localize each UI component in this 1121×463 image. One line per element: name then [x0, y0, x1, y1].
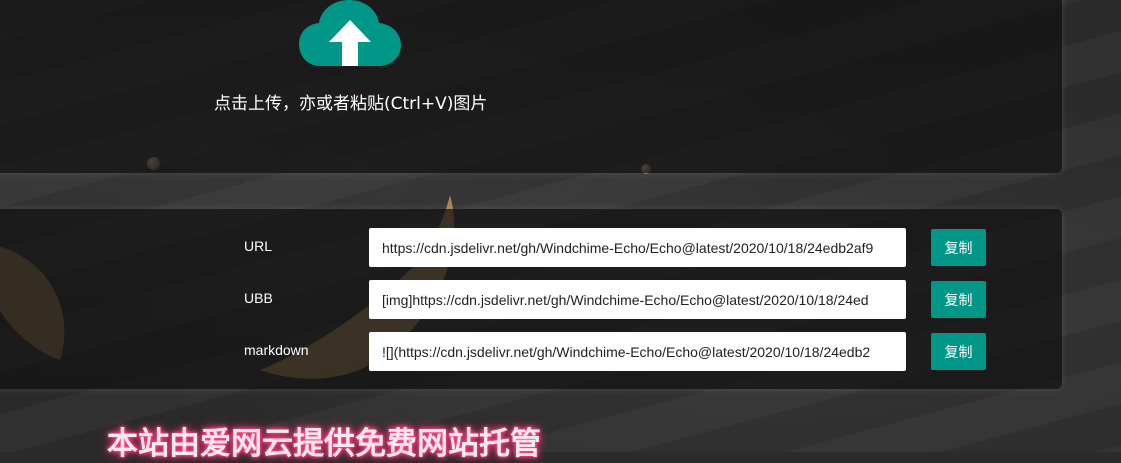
markdown-field[interactable] [369, 332, 906, 371]
upload-hint: 点击上传，亦或者粘贴(Ctrl+V)图片 [214, 94, 488, 114]
copy-ubb-button[interactable]: 复制 [931, 281, 986, 318]
copy-url-button[interactable]: 复制 [931, 229, 986, 266]
url-label: URL [244, 238, 273, 254]
ubb-field[interactable] [369, 280, 906, 319]
upload-dropzone[interactable]: 点击上传，亦或者粘贴(Ctrl+V)图片 [0, 0, 1062, 173]
link-row-url: URL 复制 [0, 228, 1121, 268]
copy-markdown-button[interactable]: 复制 [931, 333, 986, 370]
link-row-markdown: markdown 复制 [0, 332, 1121, 372]
markdown-label: markdown [244, 342, 309, 358]
cloud-upload-icon[interactable] [299, 0, 401, 66]
link-row-ubb: UBB 复制 [0, 280, 1121, 320]
url-field[interactable] [369, 228, 906, 267]
ubb-label: UBB [244, 290, 273, 306]
hosting-banner: 本站由爱网云提供免费网站托管 [107, 426, 541, 462]
